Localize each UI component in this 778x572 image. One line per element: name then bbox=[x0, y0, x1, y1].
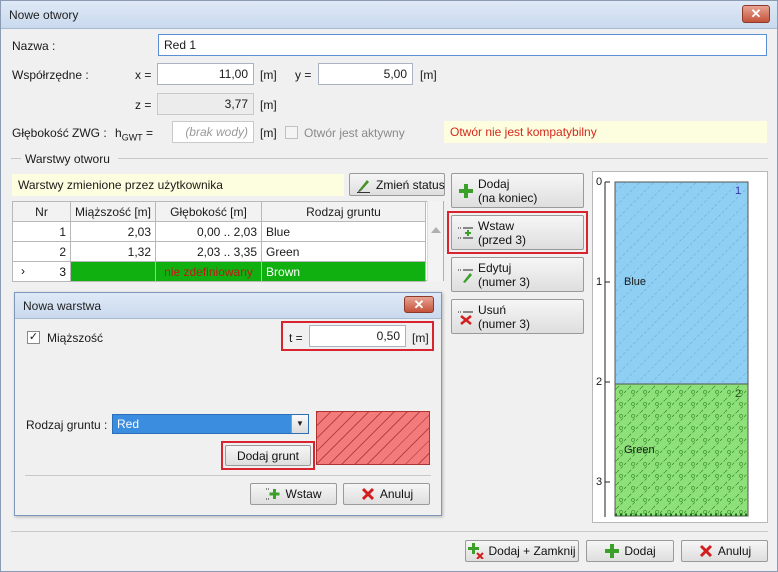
thickness-checkbox[interactable]: ✓ bbox=[27, 331, 40, 344]
insert-highlight bbox=[447, 211, 588, 254]
z-label: z = bbox=[135, 98, 152, 112]
x-unit: [m] bbox=[260, 68, 277, 82]
scroll-up-icon[interactable] bbox=[431, 227, 441, 233]
table-row-selected[interactable]: › 3 nie zdefiniowany Brown bbox=[12, 261, 426, 282]
row-nr: › 3 bbox=[12, 261, 71, 282]
y-label: y = bbox=[295, 68, 312, 82]
insert-plus-icon bbox=[265, 488, 279, 500]
dialog-separator bbox=[25, 475, 431, 476]
z-value: 3,77 bbox=[157, 93, 254, 115]
cancel-x-icon bbox=[699, 544, 712, 558]
row-marker: › bbox=[21, 264, 25, 278]
col-thickness[interactable]: Miąższość [m] bbox=[69, 201, 157, 222]
soil-label: Rodzaj gruntu : bbox=[26, 418, 108, 432]
active-checkbox[interactable] bbox=[285, 126, 298, 139]
x-input[interactable]: 11,00 bbox=[157, 63, 254, 85]
change-status-button[interactable]: Zmień status bbox=[349, 173, 445, 196]
thickness-check-label: Miąższość bbox=[47, 331, 104, 345]
add-layer-button[interactable]: Dodaj (na koniec) bbox=[451, 173, 584, 208]
row-depth: 0,00 .. 2,03 bbox=[155, 221, 263, 242]
dialog-title-bar: Nowa warstwa ✕ bbox=[15, 293, 441, 319]
layer-soil-label: Blue bbox=[624, 276, 647, 288]
layer-number: 1 bbox=[735, 185, 742, 197]
row-nr: 2 bbox=[12, 241, 71, 262]
layers-status-message: Warstwy zmienione przez użytkownika bbox=[12, 174, 344, 196]
depth-tick-label: 3 bbox=[596, 476, 603, 488]
add-close-button[interactable]: Dodaj + Zamknij bbox=[465, 540, 579, 562]
layer-number: 2 bbox=[735, 388, 742, 400]
cancel-x-icon bbox=[361, 487, 374, 501]
depth-tick-label: 0 bbox=[596, 176, 603, 188]
coords-label: Współrzędne : bbox=[12, 68, 89, 82]
depth-tick-label: 2 bbox=[596, 376, 603, 388]
row-thickness[interactable]: 2,03 bbox=[69, 221, 157, 242]
depth-tick-label: 1 bbox=[596, 276, 603, 288]
row-depth: nie zdefiniowany bbox=[155, 261, 263, 282]
dialog-title: Nowa warstwa bbox=[23, 299, 102, 313]
edit-layer-button[interactable]: Edytuj (numer 3) bbox=[451, 257, 584, 292]
y-unit: [m] bbox=[420, 68, 437, 82]
table-row[interactable]: 1 2,03 0,00 .. 2,03 Blue bbox=[12, 221, 426, 242]
col-depth[interactable]: Głębokość [m] bbox=[155, 201, 263, 222]
soil-select[interactable]: Red ▼ bbox=[112, 414, 309, 434]
col-nr[interactable]: Nr bbox=[12, 201, 71, 222]
delete-icon bbox=[458, 311, 473, 325]
plus-icon bbox=[459, 183, 473, 198]
soil-color-swatch bbox=[316, 411, 430, 465]
window-close-button[interactable]: ✕ bbox=[742, 5, 770, 23]
col-soil[interactable]: Rodzaj gruntu bbox=[261, 201, 426, 222]
group-line-left bbox=[11, 158, 21, 159]
table-scrollbar[interactable] bbox=[427, 201, 443, 281]
plus-icon bbox=[605, 544, 620, 558]
row-soil[interactable]: Brown bbox=[261, 261, 426, 282]
y-input[interactable]: 5,00 bbox=[318, 63, 413, 85]
title-bar: Nowe otwory ✕ bbox=[1, 1, 777, 29]
t-highlight bbox=[281, 321, 434, 351]
hgwt-unit: [m] bbox=[260, 126, 277, 140]
row-thickness[interactable]: 1,32 bbox=[69, 241, 157, 262]
name-label: Nazwa : bbox=[12, 39, 56, 53]
footer-cancel-button[interactable]: Anuluj bbox=[681, 540, 768, 562]
incompatible-message: Otwór nie jest kompatybilny bbox=[444, 121, 767, 143]
dialog-insert-button[interactable]: Wstaw bbox=[250, 483, 337, 505]
remove-layer-button[interactable]: Usuń (numer 3) bbox=[451, 299, 584, 334]
edit-icon bbox=[458, 269, 473, 283]
pencil-icon bbox=[357, 179, 370, 193]
x-label: x = bbox=[135, 68, 152, 82]
dialog-close-button[interactable]: ✕ bbox=[404, 296, 434, 313]
footer-separator bbox=[11, 531, 768, 532]
profile-graphic bbox=[604, 181, 749, 517]
group-line-right bbox=[118, 158, 768, 159]
add-close-icon bbox=[468, 543, 485, 559]
add-soil-highlight bbox=[221, 441, 315, 470]
layer-soil-label: Green bbox=[624, 444, 655, 456]
layers-group-title: Warstwy otworu bbox=[25, 152, 110, 166]
row-depth: 2,03 .. 3,35 bbox=[155, 241, 263, 262]
z-unit: [m] bbox=[260, 98, 277, 112]
row-thickness[interactable] bbox=[69, 261, 157, 282]
new-layer-dialog: Nowa warstwa ✕ ✓ Miąższość t = 0,50 [m] … bbox=[14, 292, 442, 516]
hgwt-label: hGWT = bbox=[115, 126, 154, 143]
hgwt-input[interactable]: (brak wody) bbox=[172, 121, 254, 143]
dialog-cancel-button[interactable]: Anuluj bbox=[343, 483, 430, 505]
row-nr: 1 bbox=[12, 221, 71, 242]
row-soil[interactable]: Green bbox=[261, 241, 426, 262]
active-label: Otwór jest aktywny bbox=[304, 126, 405, 140]
name-input[interactable]: Red 1 bbox=[158, 34, 767, 56]
gwt-label: Głębokość ZWG : bbox=[12, 126, 107, 140]
layers-table: Nr Miąższość [m] Głębokość [m] Rodzaj gr… bbox=[12, 201, 426, 282]
row-soil[interactable]: Blue bbox=[261, 221, 426, 242]
chevron-down-icon[interactable]: ▼ bbox=[291, 415, 308, 433]
table-row[interactable]: 2 1,32 2,03 .. 3,35 Green bbox=[12, 241, 426, 262]
footer-add-button[interactable]: Dodaj bbox=[586, 540, 674, 562]
borehole-profile: 0 1 2 3 1 Blue 2 Green bbox=[592, 171, 768, 523]
window-title: Nowe otwory bbox=[9, 8, 79, 22]
new-borehole-window: Nowe otwory ✕ Nazwa : Red 1 Współrzędne … bbox=[0, 0, 778, 572]
